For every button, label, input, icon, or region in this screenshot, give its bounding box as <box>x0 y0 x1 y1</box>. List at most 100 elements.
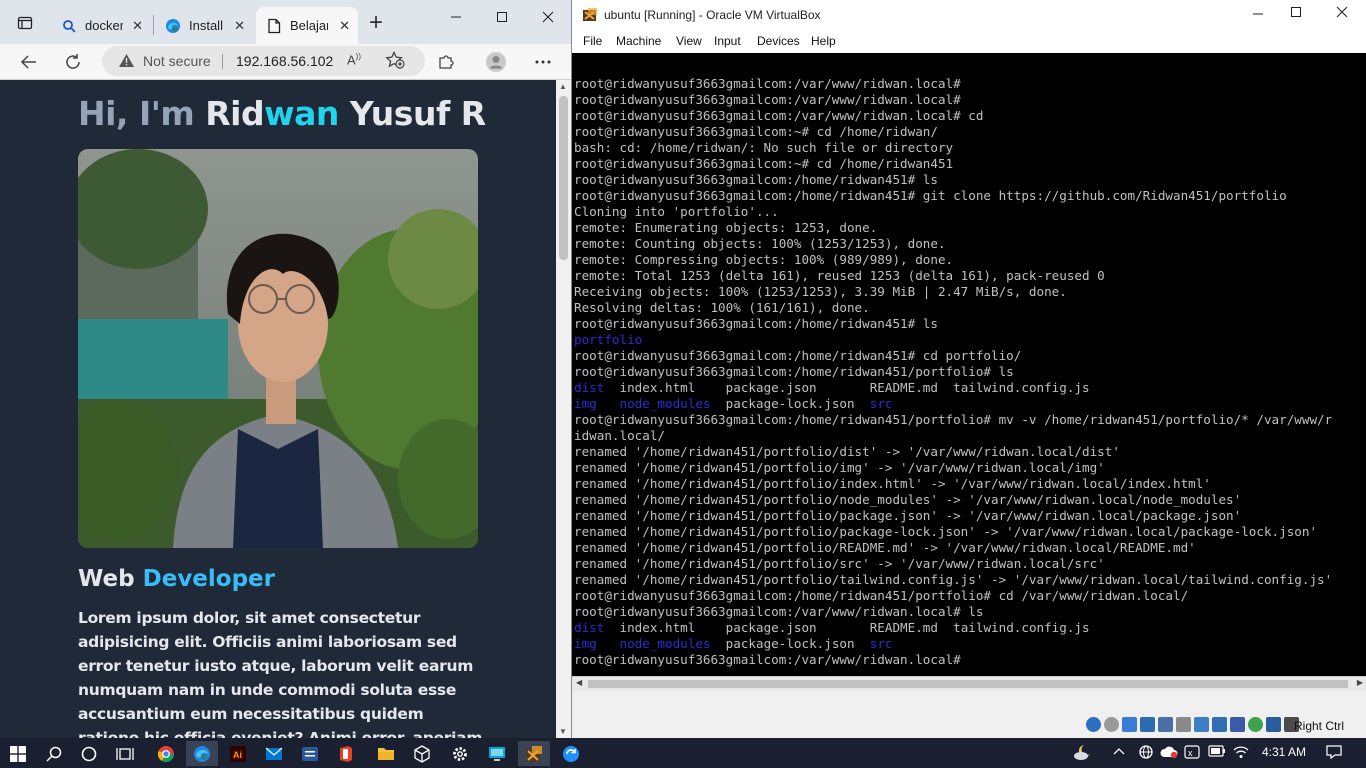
system-clock[interactable]: 4:31 AM <box>1262 745 1306 759</box>
menu-view[interactable]: View <box>676 34 702 48</box>
taskbar-update-app[interactable] <box>555 741 587 766</box>
usb-icon[interactable] <box>1158 717 1173 732</box>
menu-machine[interactable]: Machine <box>616 34 661 48</box>
tab-label: Belajar <box>290 18 328 33</box>
menu-devices[interactable]: Devices <box>757 34 800 48</box>
maximize-icon <box>497 12 507 22</box>
taskbar-remote-desktop[interactable] <box>481 741 513 766</box>
menu-input[interactable]: Input <box>714 34 741 48</box>
security-status[interactable]: Not secure <box>143 53 211 69</box>
add-favorite-icon[interactable] <box>385 50 405 74</box>
close-tab-icon[interactable]: ✕ <box>339 18 350 34</box>
maximize-button[interactable] <box>487 10 517 34</box>
extensions-button[interactable] <box>432 49 460 75</box>
url-text[interactable]: 192.168.56.102 <box>236 53 333 69</box>
tab-bar: docker ✕ Install ✕ Belajar ✕ + <box>0 0 571 44</box>
taskbar-3d-viewer[interactable] <box>406 741 438 766</box>
minimize-button[interactable] <box>441 10 471 34</box>
scroll-down-icon[interactable]: ▼ <box>559 727 567 736</box>
terminal-line: portfolio <box>572 332 1366 348</box>
warning-icon[interactable] <box>118 53 135 73</box>
virtualbox-logo-icon <box>582 7 598 23</box>
network-status-icon[interactable] <box>1138 745 1154 762</box>
task-view-icon <box>116 747 134 760</box>
taskbar-office[interactable] <box>330 741 362 766</box>
weather-icon[interactable] <box>1072 743 1092 764</box>
terminal-text: package-lock.json <box>710 396 870 411</box>
audio-icon[interactable] <box>1122 717 1137 732</box>
taskbar-chrome[interactable] <box>150 741 182 766</box>
tab-docker[interactable]: docker ✕ <box>51 7 151 44</box>
vt-x-icon[interactable] <box>1230 717 1245 732</box>
remote-control-icon[interactable]: x <box>1184 745 1200 762</box>
menu-file[interactable]: File <box>583 34 602 48</box>
menu-help[interactable]: Help <box>811 34 836 48</box>
terminal-text: renamed '/home/ridwan451/portfolio/READM… <box>574 540 1196 555</box>
network-icon[interactable] <box>1140 717 1155 732</box>
ellipsis-icon <box>535 60 551 64</box>
profile-button[interactable] <box>482 49 510 75</box>
more-menu-button[interactable] <box>529 49 557 75</box>
scrollbar-thumb[interactable] <box>559 96 568 260</box>
task-view-button[interactable] <box>109 741 141 766</box>
taskbar-virtualbox[interactable] <box>518 741 550 766</box>
mouse-integration-icon[interactable] <box>1266 717 1281 732</box>
display-icon[interactable] <box>1194 717 1209 732</box>
close-window-button[interactable] <box>533 10 563 34</box>
taskbar-word[interactable] <box>294 741 326 766</box>
start-button[interactable] <box>2 741 34 766</box>
scrollbar-thumb[interactable] <box>588 680 1348 688</box>
guest-horizontal-scrollbar[interactable]: ◀ ▶ <box>572 676 1366 691</box>
tab-actions-button[interactable] <box>8 8 42 38</box>
search-button[interactable] <box>38 741 70 766</box>
hard-disk-icon[interactable] <box>1086 717 1101 732</box>
taskbar-file-explorer[interactable] <box>370 741 402 766</box>
page-scrollbar[interactable]: ▲ ▼ <box>556 80 571 738</box>
terminal-line: remote: Counting objects: 100% (1253/125… <box>572 236 1366 252</box>
vbox-minimize-button[interactable] <box>1246 5 1270 21</box>
puzzle-icon <box>439 55 454 69</box>
terminal-line: renamed '/home/ridwan451/portfolio/src' … <box>572 556 1366 572</box>
vbox-close-button[interactable] <box>1330 5 1354 21</box>
terminal-line: bash: cd: /home/ridwan/: No such file or… <box>572 140 1366 156</box>
battery-icon[interactable] <box>1208 745 1226 760</box>
address-bar[interactable]: Not secure 192.168.56.102 A)) <box>102 46 425 76</box>
shared-folders-icon[interactable] <box>1176 717 1191 732</box>
terminal-text: root@ridwanyusuf3663gmailcom:/home/ridwa… <box>574 412 1333 427</box>
terminal-line: renamed '/home/ridwan451/portfolio/img' … <box>572 460 1366 476</box>
svg-text:Ai: Ai <box>233 750 242 760</box>
wifi-icon[interactable] <box>1233 745 1249 762</box>
tab-belajar[interactable]: Belajar ✕ <box>256 7 358 44</box>
terminal-text: Resolving deltas: 100% (161/161), done. <box>574 300 870 315</box>
read-aloud-icon[interactable]: A)) <box>347 52 361 67</box>
close-tab-icon[interactable]: ✕ <box>234 18 245 34</box>
tab-install[interactable]: Install ✕ <box>155 7 253 44</box>
close-tab-icon[interactable]: ✕ <box>132 18 143 34</box>
terminal-directory-name: src <box>869 636 893 651</box>
scroll-right-icon[interactable]: ▶ <box>1357 678 1363 687</box>
taskbar-mail[interactable] <box>258 741 290 766</box>
terminal-text: root@ridwanyusuf3663gmailcom:/home/ridwa… <box>574 364 1014 379</box>
recording-icon[interactable] <box>1212 717 1227 732</box>
terminal-text: renamed '/home/ridwan451/portfolio/src' … <box>574 556 1105 571</box>
cortana-button[interactable] <box>73 741 105 766</box>
scroll-left-icon[interactable]: ◀ <box>576 678 582 687</box>
notifications-icon[interactable] <box>1326 745 1342 762</box>
new-tab-button[interactable]: + <box>364 11 388 36</box>
refresh-icon <box>66 54 80 69</box>
taskbar-edge[interactable] <box>186 741 218 766</box>
guest-terminal[interactable]: root@ridwanyusuf3663gmailcom:/var/www/ri… <box>572 76 1366 676</box>
back-button[interactable] <box>15 49 43 75</box>
minimize-icon <box>1253 13 1263 15</box>
taskbar-illustrator[interactable]: Ai <box>222 741 254 766</box>
cloud-sync-icon[interactable] <box>1160 745 1178 762</box>
search-icon <box>61 18 77 34</box>
guest-additions-icon[interactable] <box>1248 717 1263 732</box>
scroll-up-icon[interactable]: ▲ <box>559 82 567 91</box>
optical-drive-icon[interactable] <box>1104 717 1119 732</box>
terminal-text: Cloning into 'portfolio'... <box>574 204 779 219</box>
vbox-maximize-button[interactable] <box>1284 5 1308 21</box>
chevron-up-icon[interactable] <box>1113 745 1125 759</box>
taskbar-settings[interactable] <box>444 741 476 766</box>
refresh-button[interactable] <box>59 49 87 75</box>
